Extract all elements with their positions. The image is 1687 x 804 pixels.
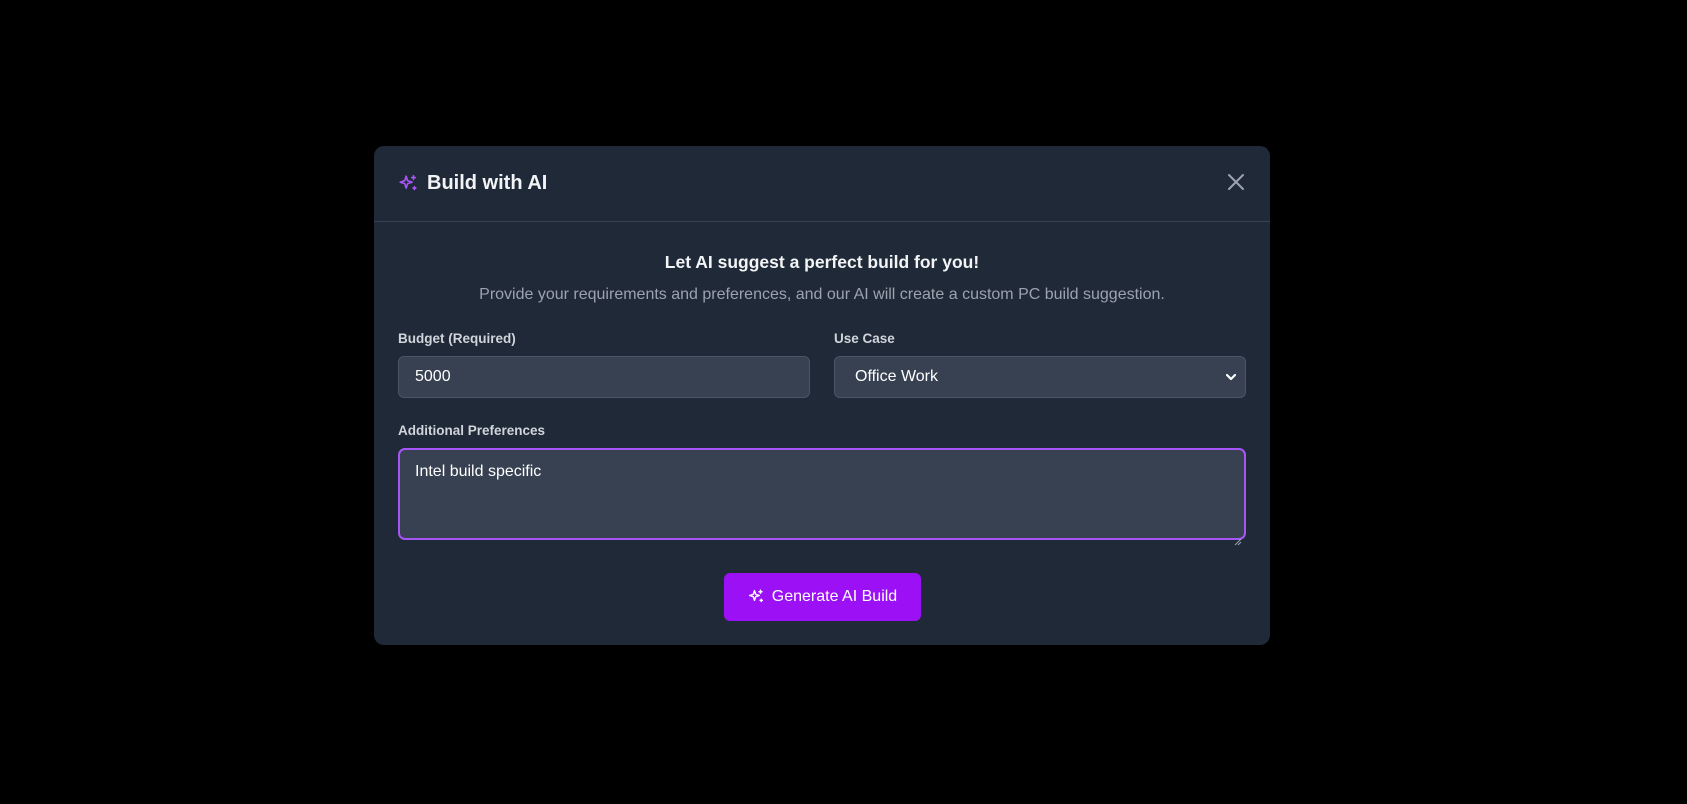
budget-input[interactable] [398,356,810,398]
build-with-ai-dialog: Build with AI Let AI suggest a perfect b… [374,146,1270,645]
use-case-label: Use Case [834,331,895,346]
generate-ai-build-button[interactable]: Generate AI Build [723,573,921,621]
intro-heading: Let AI suggest a perfect build for you! [664,252,980,272]
budget-label: Budget (Required) [398,331,516,346]
preferences-textarea[interactable]: Intel build specific [398,448,1246,540]
intro-description: Provide your requirements and preference… [479,286,1165,303]
preferences-field: Additional Preferences Intel build speci… [398,423,1246,546]
use-case-field: Use Case Office Work [834,331,1246,398]
preferences-textarea-wrap: Intel build specific [398,448,1246,546]
budget-field: Budget (Required) [398,331,810,398]
close-icon [1227,173,1245,196]
close-button[interactable] [1224,172,1248,196]
dialog-header: Build with AI [374,146,1270,222]
actions: Generate AI Build [398,573,1246,621]
resize-grip-icon[interactable] [1234,533,1242,546]
preferences-label: Additional Preferences [398,423,546,438]
generate-button-label: Generate AI Build [771,588,898,605]
chevron-down-icon [1225,371,1237,383]
sparkles-icon [397,173,419,195]
dialog-title: Build with AI [427,172,548,194]
form-row: Budget (Required) Use Case Office Work [398,331,1246,398]
sparkles-icon [747,588,765,606]
dialog-body: Let AI suggest a perfect build for you! … [374,251,1270,621]
use-case-selected-value: Office Work [855,368,938,385]
use-case-select[interactable]: Office Work [834,356,1246,398]
